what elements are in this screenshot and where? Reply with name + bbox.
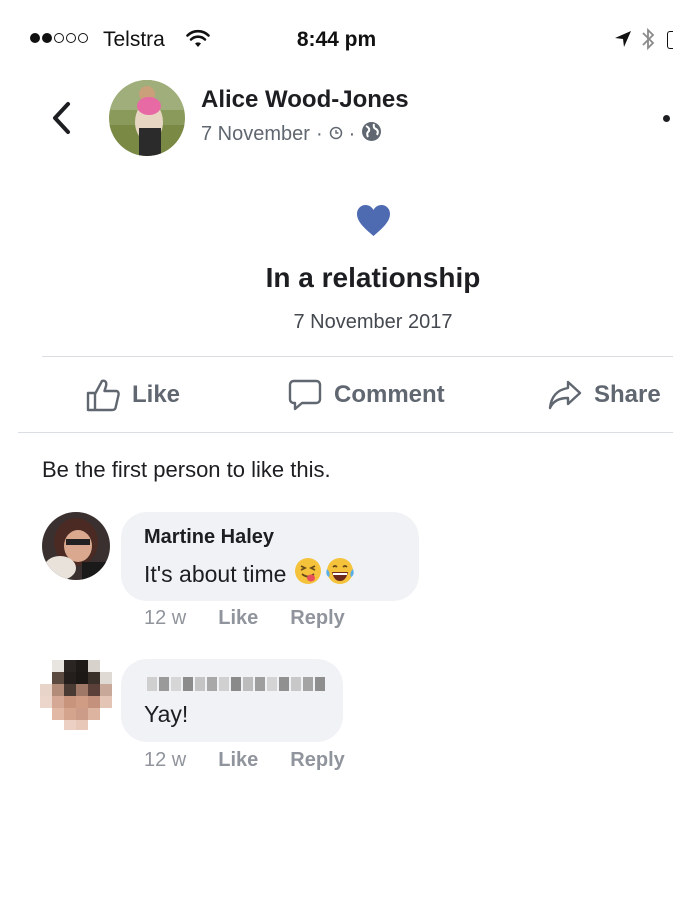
- comment-reply-button[interactable]: Reply: [290, 749, 344, 772]
- share-button[interactable]: Share: [548, 378, 661, 412]
- battery-icon: [667, 31, 673, 49]
- post-date[interactable]: 7 November: [201, 123, 310, 146]
- comment-body: It's about time: [144, 560, 287, 587]
- thumbs-up-icon: [86, 379, 120, 412]
- comment-reply-button[interactable]: Reply: [290, 607, 344, 630]
- location-arrow-icon: [614, 30, 632, 53]
- life-event-title: In a relationship: [265, 262, 481, 293]
- comment-text: Yay!: [144, 701, 189, 727]
- comment-like-button[interactable]: Like: [218, 749, 258, 772]
- author-avatar[interactable]: [109, 80, 185, 156]
- divider: [42, 356, 673, 357]
- status-bar: Telstra 8:44 pm: [0, 0, 673, 80]
- share-label: Share: [594, 381, 661, 408]
- laughing-emoji-icon: [324, 557, 356, 591]
- globe-icon: [361, 121, 382, 148]
- like-button[interactable]: Like: [86, 378, 180, 412]
- share-icon: [548, 380, 582, 410]
- comment-bubble: Yay!: [121, 659, 343, 742]
- comment-age: 12 w: [144, 607, 187, 629]
- commenter-avatar[interactable]: [42, 512, 110, 580]
- meta-separator: ·: [348, 123, 356, 145]
- post-author-name[interactable]: Alice Wood-Jones: [201, 86, 409, 114]
- clock-icon: [329, 123, 343, 146]
- comment-label: Comment: [334, 381, 445, 408]
- back-button[interactable]: [50, 101, 72, 140]
- comment-icon: [288, 379, 322, 411]
- heart-icon: [356, 204, 391, 242]
- like-label: Like: [132, 381, 181, 408]
- life-event-date: 7 November 2017: [293, 311, 453, 333]
- comment-button[interactable]: Comment: [288, 378, 445, 412]
- meta-separator: ·: [315, 123, 323, 145]
- bluetooth-icon: [641, 27, 655, 56]
- comment-like-button[interactable]: Like: [218, 607, 258, 630]
- comment-author[interactable]: Martine Haley: [144, 526, 274, 549]
- redacted-author-name: [147, 677, 325, 691]
- comment-meta: 12 w Like Reply: [144, 607, 345, 630]
- tongue-out-emoji-icon: [294, 557, 322, 591]
- comment-text: It's about time: [144, 557, 356, 591]
- comment-meta: 12 w Like Reply: [144, 749, 345, 772]
- post-meta: 7 November · ·: [201, 121, 382, 148]
- likes-summary: Be the first person to like this.: [42, 457, 331, 482]
- comment-bubble: Martine Haley It's about time: [121, 512, 419, 601]
- more-options-button[interactable]: [663, 115, 670, 122]
- commenter-avatar[interactable]: [40, 660, 116, 730]
- comment-age: 12 w: [144, 749, 187, 771]
- divider: [18, 432, 673, 433]
- status-time: 8:44 pm: [296, 28, 377, 51]
